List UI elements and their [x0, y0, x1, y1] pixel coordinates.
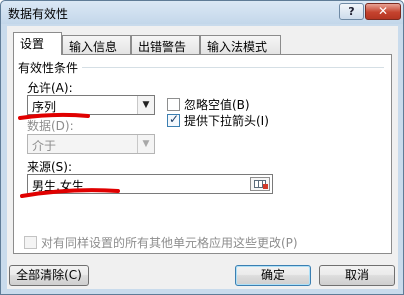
allow-label: 允许(A):: [27, 81, 73, 95]
tab-error-alert[interactable]: 出错警告: [131, 35, 200, 54]
tab-settings[interactable]: 设置: [13, 32, 62, 55]
checkmark-icon: ✓: [169, 112, 180, 126]
allow-select[interactable]: 序列 ▼: [27, 95, 155, 115]
tab-ime-mode[interactable]: 输入法模式: [200, 35, 281, 54]
data-value: 介于: [32, 139, 57, 153]
validation-criteria-title: 有效性条件: [18, 61, 79, 75]
source-value: 男生,女生: [32, 179, 84, 193]
settings-panel: 有效性条件 允许(A): 序列 ▼ 忽略空值(B) ✓ 提供下拉箭头(I) 数据…: [13, 54, 392, 254]
chevron-down-icon[interactable]: ▼: [137, 96, 154, 114]
dropdown-arrow-label: 提供下拉箭头(I): [184, 114, 269, 128]
tab-input-message[interactable]: 输入信息: [62, 35, 131, 54]
close-button[interactable]: ✕: [365, 3, 401, 20]
group-divider: [82, 67, 384, 68]
ignore-blank-checkbox[interactable]: [167, 98, 180, 111]
dialog-title: 数据有效性: [8, 7, 69, 21]
clear-all-button[interactable]: 全部清除(C): [9, 265, 89, 286]
dropdown-arrow-checkbox[interactable]: ✓: [167, 112, 180, 127]
dialog-window: 数据有效性 ? ✕ 设置 输入信息 出错警告 输入法模式 有效性条件 允许(A)…: [0, 0, 404, 295]
apply-all-checkbox: [24, 236, 37, 249]
ok-button[interactable]: 确定: [235, 265, 311, 286]
title-bar[interactable]: 数据有效性 ? ✕: [1, 1, 403, 24]
apply-all-label: 对有同样设置的所有其他单元格应用这些更改(P): [41, 236, 298, 250]
source-input[interactable]: 男生,女生: [27, 174, 273, 194]
allow-value: 序列: [32, 100, 57, 114]
chevron-down-icon: ▼: [137, 135, 154, 153]
dialog-client: 设置 输入信息 出错警告 输入法模式 有效性条件 允许(A): 序列 ▼ 忽略空…: [7, 26, 398, 289]
ignore-blank-label: 忽略空值(B): [184, 98, 250, 112]
help-button[interactable]: ?: [339, 3, 364, 20]
range-select-icon[interactable]: [250, 177, 270, 191]
cancel-button[interactable]: 取消: [319, 265, 395, 286]
data-select: 介于 ▼: [27, 134, 155, 154]
source-label: 来源(S):: [27, 160, 73, 174]
data-label: 数据(D):: [27, 119, 74, 133]
